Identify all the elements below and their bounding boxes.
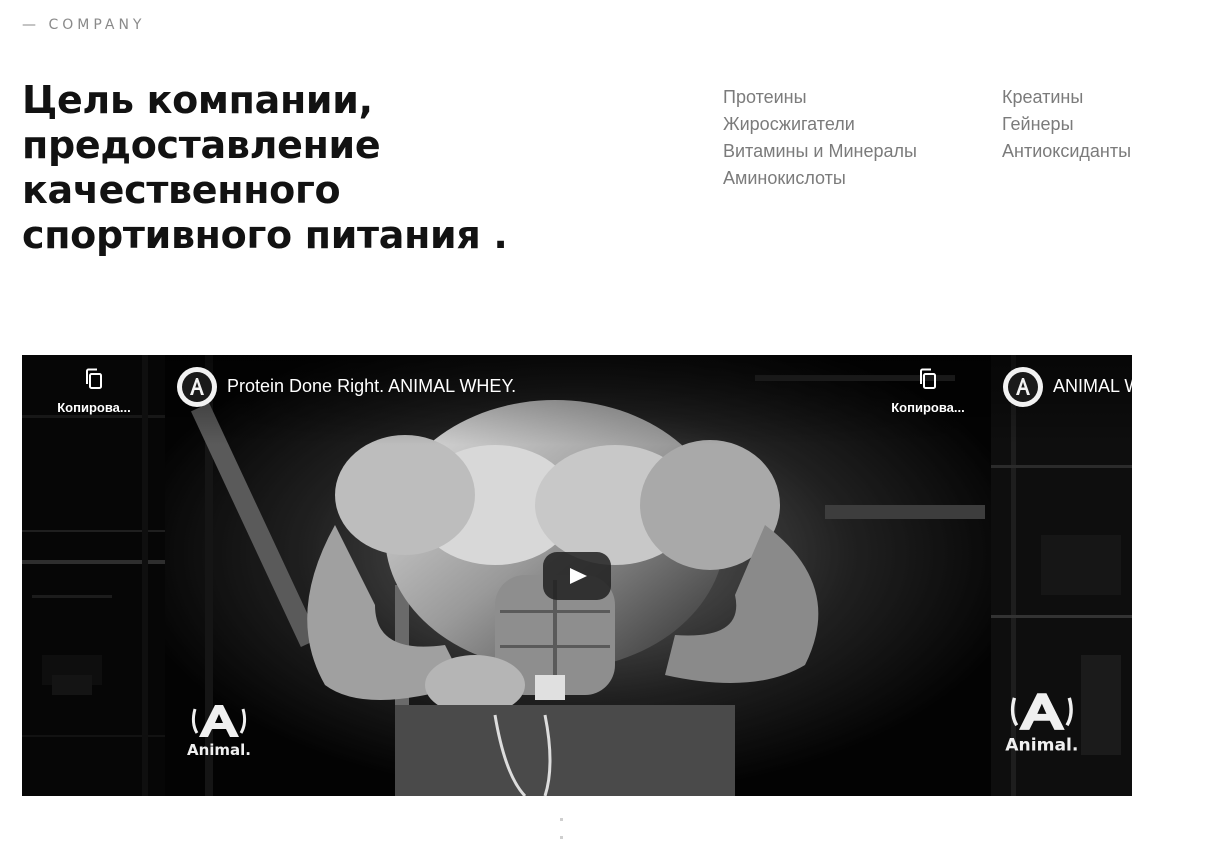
video-title[interactable]: ANIMAL W (1053, 376, 1132, 397)
play-button[interactable] (543, 552, 611, 600)
animal-watermark: Animal. (1003, 691, 1083, 760)
copy-link-label: Копирова... (57, 400, 131, 415)
copy-link-label: Копирова... (891, 400, 965, 415)
category-list-right: Креатины Гейнеры Антиоксиданты (1002, 84, 1131, 165)
category-link-gainers[interactable]: Гейнеры (1002, 111, 1131, 138)
category-link-fat-burners[interactable]: Жиросжигатели (723, 111, 917, 138)
watermark-label: Animal. (1005, 735, 1078, 755)
channel-avatar[interactable] (1003, 367, 1043, 407)
video-title[interactable]: Protein Done Right. ANIMAL WHEY. (227, 376, 516, 397)
headline-line-2: предоставление (22, 123, 381, 167)
category-link-proteins[interactable]: Протеины (723, 84, 917, 111)
video-carousel[interactable]: Копирова... Protein Done Right. ANIMAL W… (22, 355, 1132, 796)
category-link-vitamins[interactable]: Витамины и Минералы (723, 138, 917, 165)
channel-avatar[interactable] (177, 367, 217, 407)
animal-logo-icon (1008, 372, 1038, 402)
headline-line-1: Цель компании, (22, 78, 373, 122)
page-headline: Цель компании, предоставление качественн… (22, 78, 582, 258)
title-gradient-overlay (165, 355, 991, 445)
carousel-dots[interactable] (560, 808, 600, 839)
animal-logo-icon (182, 372, 212, 402)
animal-watermark: Animal. (185, 703, 255, 764)
animal-logo-icon: Animal. (187, 705, 251, 759)
headline-line-4: спортивного питания . (22, 213, 508, 257)
category-list-left: Протеины Жиросжигатели Витамины и Минера… (723, 84, 917, 192)
copy-icon (86, 368, 102, 389)
copy-icon (920, 368, 936, 389)
play-icon (570, 568, 587, 584)
slide-dim-overlay (22, 355, 165, 796)
copy-link-button[interactable]: Копирова... (878, 367, 978, 415)
carousel-dot[interactable] (560, 818, 563, 821)
video-slide-previous[interactable]: Копирова... (22, 355, 165, 796)
category-link-antioxidants[interactable]: Антиоксиданты (1002, 138, 1131, 165)
watermark-label: Animal. (187, 741, 251, 759)
headline-line-3: качественного (22, 168, 341, 212)
video-slide-active[interactable]: Protein Done Right. ANIMAL WHEY. Animal. (165, 355, 991, 796)
animal-logo-icon: Animal. (1005, 693, 1078, 755)
category-link-amino-acids[interactable]: Аминокислоты (723, 165, 917, 192)
section-eyebrow: — COMPANY (22, 17, 146, 33)
category-link-creatines[interactable]: Креатины (1002, 84, 1131, 111)
carousel-dot[interactable] (560, 836, 563, 839)
copy-link-button[interactable]: Копирова... (44, 367, 144, 415)
video-slide-next[interactable]: ANIMAL W Animal. (991, 355, 1132, 796)
